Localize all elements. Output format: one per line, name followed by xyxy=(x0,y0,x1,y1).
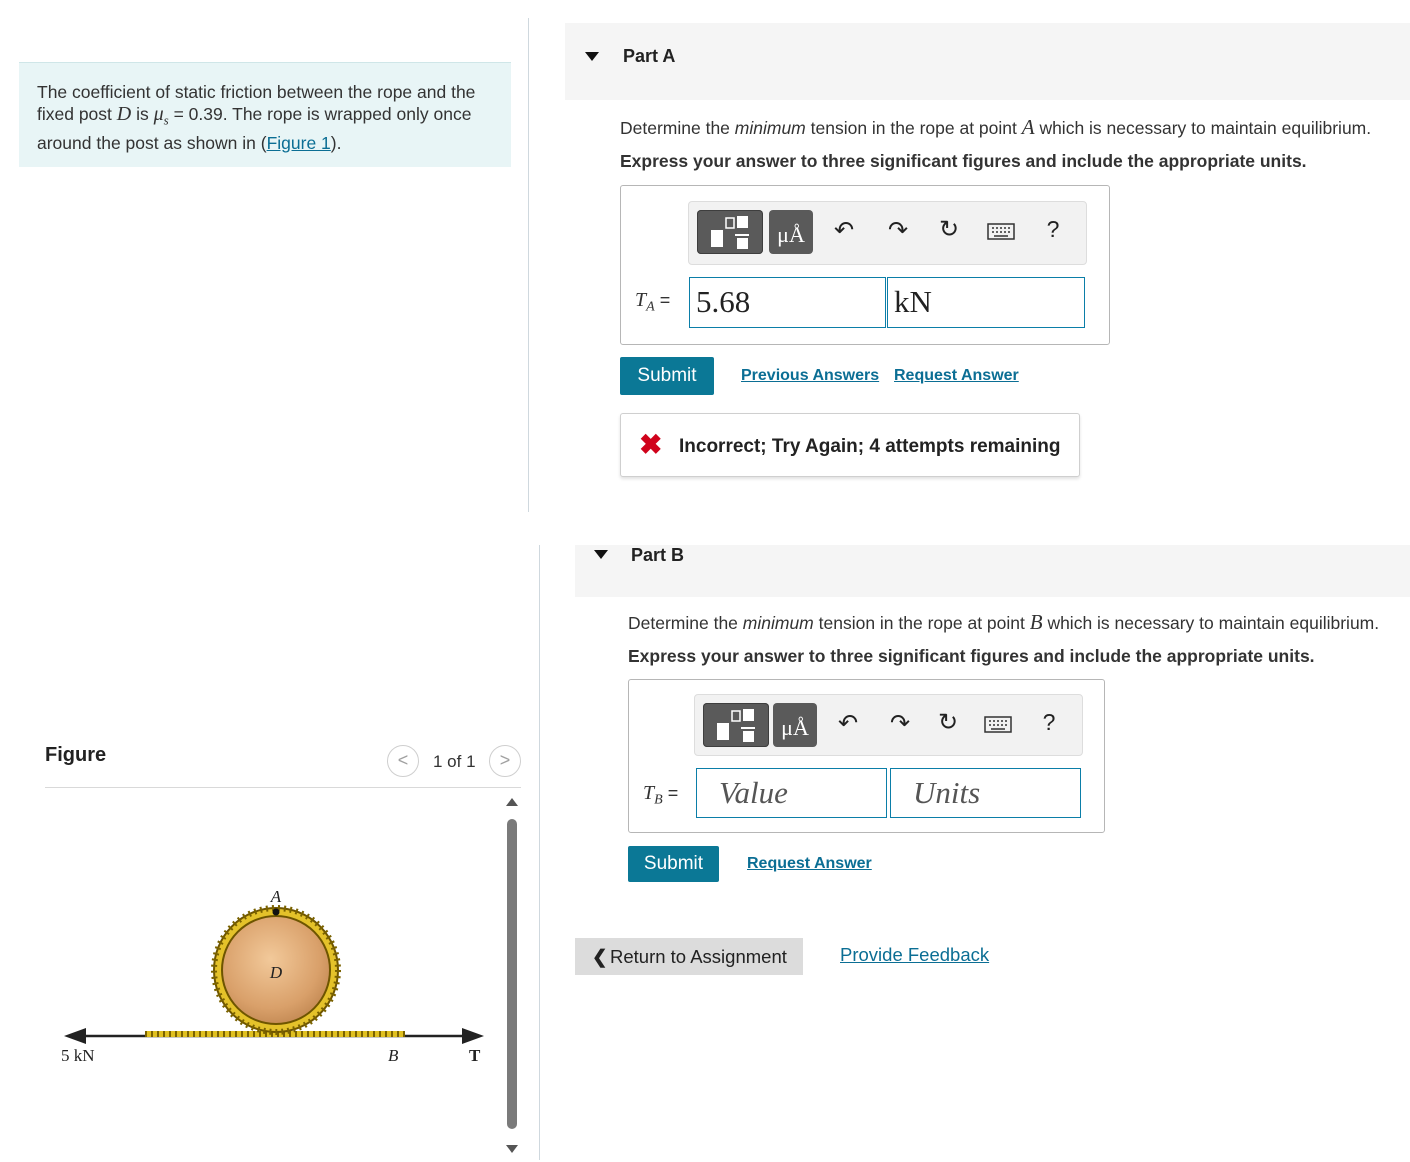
figure-divider xyxy=(45,787,521,788)
label-sub: A xyxy=(646,299,655,315)
ta-label: TA = xyxy=(635,289,670,316)
keyboard-icon[interactable] xyxy=(983,713,1013,741)
question-text: Determine the xyxy=(620,118,735,138)
math-toolbar: μÅ ↶ ↷ ↻ ? xyxy=(694,694,1083,756)
problem-statement: The coefficient of static friction betwe… xyxy=(19,62,511,167)
part-b-title: Part B xyxy=(631,545,685,565)
column-divider xyxy=(528,18,529,512)
units-button[interactable]: μÅ xyxy=(773,703,817,747)
part-a-request-answer-link[interactable]: Request Answer xyxy=(894,367,1019,385)
templates-button[interactable] xyxy=(697,210,763,254)
feedback-box: ✖ Incorrect; Try Again; 4 attempts remai… xyxy=(620,413,1080,477)
column-divider xyxy=(539,545,540,1160)
ta-value-input[interactable]: 5.68 xyxy=(689,277,886,328)
collapse-triangle-icon[interactable] xyxy=(585,52,599,61)
figure-pager-count: 1 of 1 xyxy=(433,752,476,771)
redo-icon[interactable]: ↷ xyxy=(885,709,915,738)
undo-icon[interactable]: ↶ xyxy=(833,709,863,738)
value-placeholder: Value xyxy=(719,775,788,810)
label-sub: B xyxy=(654,792,663,808)
ta-units-input[interactable]: kN xyxy=(887,277,1085,328)
mu-variable: μ xyxy=(153,103,164,125)
part-a-answer-box: μÅ ↶ ↷ ↻ ? TA = 5.68 kN xyxy=(620,185,1110,345)
previous-answers-link[interactable]: Previous Answers xyxy=(741,367,879,385)
chevron-left-icon: ❮ xyxy=(592,946,608,967)
part-a-instruction: Express your answer to three significant… xyxy=(620,151,1307,171)
figure-link[interactable]: Figure 1 xyxy=(267,133,331,153)
label-t: T xyxy=(469,1046,481,1065)
help-icon[interactable]: ? xyxy=(1034,709,1064,736)
question-emphasis: minimum xyxy=(734,118,806,138)
post-variable: D xyxy=(116,103,132,125)
reset-icon[interactable]: ↻ xyxy=(933,708,963,737)
next-figure-button[interactable]: > xyxy=(489,745,521,777)
units-placeholder: Units xyxy=(913,775,981,810)
tb-value-input[interactable]: Value xyxy=(696,768,887,818)
ta-value: 5.68 xyxy=(696,284,751,319)
provide-feedback-link[interactable]: Provide Feedback xyxy=(840,944,989,966)
label-eq: = xyxy=(654,290,671,310)
return-to-assignment-button[interactable]: ❮ Return to Assignment xyxy=(575,938,803,975)
question-text: which is necessary to maintain equilibri… xyxy=(1042,613,1380,633)
problem-text: ). xyxy=(330,132,342,153)
label-eq: = xyxy=(662,783,679,803)
label-d: D xyxy=(269,963,283,982)
part-b-header[interactable]: Part B xyxy=(575,545,1410,597)
right-arrow-icon xyxy=(462,1028,484,1044)
question-text: tension in the rope at point xyxy=(813,613,1030,633)
collapse-triangle-icon[interactable] xyxy=(594,550,608,559)
part-a-question: Determine the minimum tension in the rop… xyxy=(620,115,1371,140)
left-arrow-icon xyxy=(64,1028,86,1044)
return-label: Return to Assignment xyxy=(610,946,787,967)
question-emphasis: minimum xyxy=(742,613,814,633)
figure-title: Figure xyxy=(45,744,107,766)
keyboard-icon[interactable] xyxy=(986,220,1016,248)
question-text: Determine the xyxy=(628,613,743,633)
question-text: which is necessary to maintain equilibri… xyxy=(1034,118,1372,138)
math-toolbar: μÅ ↶ ↷ ↻ ? xyxy=(688,201,1087,265)
point-a-marker xyxy=(272,908,280,916)
problem-text: is xyxy=(131,104,154,124)
keyboard-icon xyxy=(984,716,1012,733)
templates-icon xyxy=(711,216,749,249)
chevron-left-icon: < xyxy=(397,750,409,770)
label-var: T xyxy=(635,289,647,311)
point-variable: A xyxy=(1021,115,1035,139)
undo-icon[interactable]: ↶ xyxy=(829,216,859,245)
incorrect-x-icon: ✖ xyxy=(639,429,663,460)
redo-icon[interactable]: ↷ xyxy=(883,216,913,245)
templates-icon xyxy=(717,709,755,742)
point-variable: B xyxy=(1029,610,1043,634)
tb-units-input[interactable]: Units xyxy=(890,768,1081,818)
templates-button[interactable] xyxy=(703,703,769,747)
prev-figure-button[interactable]: < xyxy=(387,745,419,777)
label-a: A xyxy=(270,887,282,906)
reset-icon[interactable]: ↻ xyxy=(934,215,964,244)
question-text: tension in the rope at point xyxy=(805,118,1022,138)
part-a-submit-button[interactable]: Submit xyxy=(620,357,714,395)
keyboard-icon xyxy=(987,223,1015,240)
part-b-question: Determine the minimum tension in the rop… xyxy=(628,610,1379,635)
units-button[interactable]: μÅ xyxy=(769,210,813,254)
part-b-submit-button[interactable]: Submit xyxy=(628,846,719,882)
part-b-request-answer-link[interactable]: Request Answer xyxy=(747,855,872,873)
ta-units: kN xyxy=(894,284,932,319)
rope-post-figure: A D 5 kN B T xyxy=(61,887,484,1065)
label-load: 5 kN xyxy=(61,1046,95,1065)
feedback-message: Incorrect; Try Again; 4 attempts remaini… xyxy=(679,436,1061,457)
part-b-instruction: Express your answer to three significant… xyxy=(628,646,1315,666)
tb-label: TB = xyxy=(643,782,678,809)
label-b: B xyxy=(388,1046,399,1065)
part-b-answer-box: μÅ ↶ ↷ ↻ ? TB = Value Units xyxy=(628,679,1105,833)
help-icon[interactable]: ? xyxy=(1038,216,1068,243)
chevron-right-icon: > xyxy=(499,750,511,770)
part-a-title: Part A xyxy=(623,46,676,66)
part-a-header[interactable]: Part A xyxy=(565,23,1410,100)
label-var: T xyxy=(643,782,655,804)
